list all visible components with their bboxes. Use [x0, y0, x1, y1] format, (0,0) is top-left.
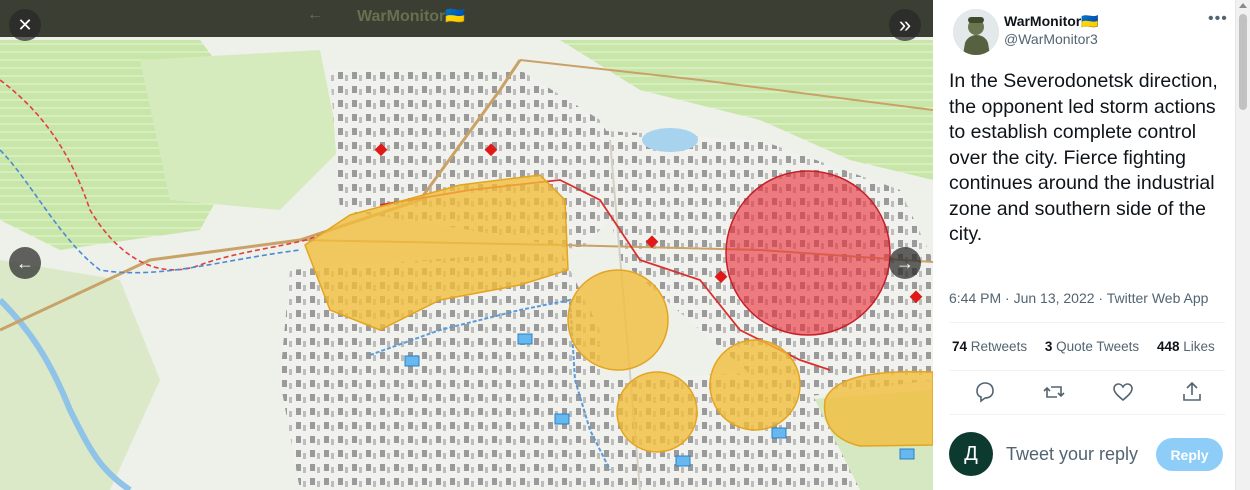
share-icon[interactable]: [1180, 380, 1204, 404]
close-icon: ✕: [17, 14, 33, 35]
chevrons-right-icon: »: [898, 12, 912, 37]
user-handle[interactable]: @WarMonitor3: [1004, 31, 1098, 47]
divider: [949, 322, 1225, 323]
retweets-stat[interactable]: 74 Retweets: [952, 339, 1027, 354]
divider: [949, 414, 1225, 415]
media-top-bar: ← WarMonitor🇺🇦: [0, 0, 933, 37]
scroll-up-icon[interactable]: [1239, 3, 1247, 8]
arrow-right-icon: →: [896, 252, 914, 273]
scrollbar[interactable]: [1235, 0, 1250, 490]
avatar[interactable]: [953, 9, 999, 55]
soldier-avatar-icon: [953, 9, 999, 55]
more-options-icon[interactable]: •••: [1208, 10, 1228, 28]
reply-avatar[interactable]: Д: [949, 432, 993, 476]
retweet-icon[interactable]: [1042, 380, 1066, 404]
arrow-left-icon: ←: [16, 252, 34, 273]
tweet-timestamp[interactable]: 6:44 PM · Jun 13, 2022 · Twitter Web App: [949, 290, 1208, 306]
divider: [949, 370, 1225, 371]
like-icon[interactable]: [1111, 380, 1135, 404]
tweet-text: In the Severodonetsk direction, the oppo…: [949, 70, 1218, 245]
quotes-stat[interactable]: 3 Quote Tweets: [1045, 339, 1139, 354]
next-image-button[interactable]: →: [889, 247, 921, 279]
map-image: [0, 0, 933, 490]
engagement-stats: 74 Retweets 3 Quote Tweets 448 Likes: [952, 339, 1229, 354]
media-viewer: ← WarMonitor🇺🇦 ✕ » ← →: [0, 0, 933, 490]
tweet-panel: WarMonitor🇺🇦 @WarMonitor3 ••• In the Sev…: [933, 0, 1250, 490]
reply-button[interactable]: Reply: [1156, 438, 1223, 471]
expand-panel-button[interactable]: »: [889, 9, 921, 41]
reply-input[interactable]: Tweet your reply: [1006, 444, 1138, 465]
back-arrow-icon[interactable]: ←: [307, 6, 323, 24]
reply-icon[interactable]: [973, 380, 997, 404]
top-bar-title: WarMonitor🇺🇦: [357, 8, 466, 25]
scrollbar-thumb[interactable]: [1239, 14, 1247, 110]
previous-image-button[interactable]: ←: [9, 247, 41, 279]
likes-stat[interactable]: 448 Likes: [1157, 339, 1215, 354]
display-name[interactable]: WarMonitor🇺🇦: [1004, 13, 1099, 30]
close-button[interactable]: ✕: [9, 9, 41, 41]
action-bar: [967, 380, 1207, 404]
